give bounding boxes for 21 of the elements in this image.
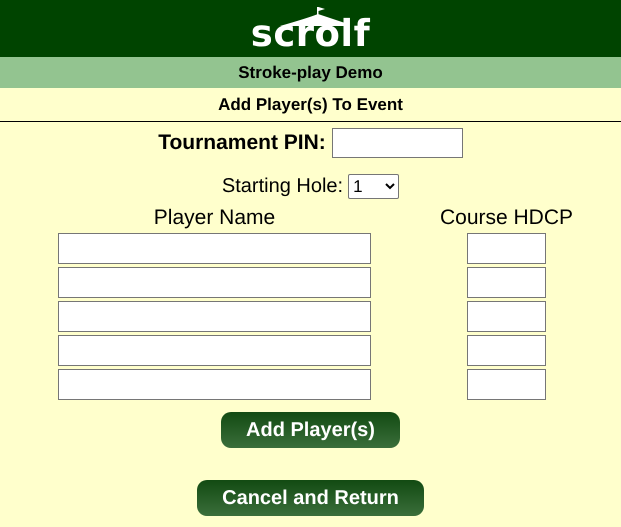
- player-name-field[interactable]: [58, 369, 371, 400]
- hdcp-field[interactable]: [467, 301, 546, 332]
- event-name: Stroke-play Demo: [0, 57, 621, 88]
- add-players-button[interactable]: Add Player(s): [221, 412, 400, 448]
- player-name-header: Player Name: [154, 206, 276, 230]
- course-hdcp-header: Course HDCP: [440, 206, 574, 230]
- logo-text: scrolf: [250, 17, 370, 51]
- player-name-field[interactable]: [58, 267, 371, 298]
- cancel-return-button[interactable]: Cancel and Return: [197, 480, 424, 516]
- player-name-field[interactable]: [58, 335, 371, 366]
- page-title: Add Player(s) To Event: [0, 88, 621, 122]
- hdcp-field[interactable]: [467, 233, 546, 264]
- pin-label: Tournament PIN:: [158, 131, 326, 155]
- player-name-field[interactable]: [58, 301, 371, 332]
- hdcp-field[interactable]: [467, 369, 546, 400]
- hole-select[interactable]: 1: [348, 174, 400, 198]
- pin-field[interactable]: [332, 128, 463, 158]
- starting-hole-label: Starting Hole:: [222, 174, 344, 198]
- hdcp-field[interactable]: [467, 335, 546, 366]
- hdcp-field[interactable]: [467, 267, 546, 298]
- player-name-field[interactable]: [58, 233, 371, 264]
